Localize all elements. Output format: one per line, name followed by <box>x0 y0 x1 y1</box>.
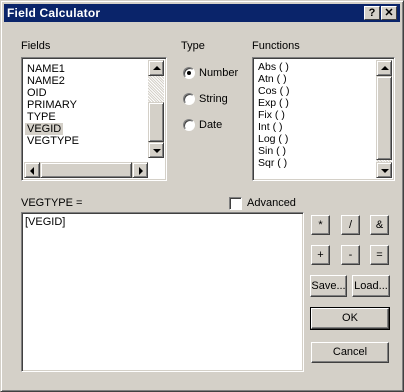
plus-button[interactable]: + <box>311 245 330 265</box>
list-item[interactable]: Log ( ) <box>256 133 290 145</box>
list-item[interactable]: Fix ( ) <box>256 109 287 121</box>
radio-date[interactable] <box>183 119 195 131</box>
arrow-down-icon <box>381 169 389 173</box>
scroll-right-button[interactable] <box>132 162 148 178</box>
advanced-label[interactable]: Advanced <box>247 197 296 209</box>
arrow-left-icon <box>30 167 34 175</box>
list-item[interactable]: Int ( ) <box>256 121 285 133</box>
radio-number[interactable] <box>183 67 195 79</box>
list-item[interactable]: PRIMARY <box>25 99 79 111</box>
fields-list[interactable]: NAME1 NAME2 OID PRIMARY TYPE VEGID VEGTY… <box>21 57 167 181</box>
title-bar[interactable]: Field Calculator ? ✕ <box>4 4 400 22</box>
list-item[interactable]: Sqr ( ) <box>256 157 289 169</box>
scroll-left-button[interactable] <box>24 162 40 178</box>
radio-string-label[interactable]: String <box>199 93 228 105</box>
equals-button[interactable]: = <box>370 245 389 265</box>
window-title: Field Calculator <box>7 6 101 20</box>
arrow-right-icon <box>139 167 143 175</box>
expression-textbox[interactable]: [VEGID] <box>21 212 304 372</box>
list-item[interactable]: OID <box>25 87 49 99</box>
advanced-checkbox[interactable] <box>229 197 242 210</box>
help-button[interactable]: ? <box>364 6 380 20</box>
save-button[interactable]: Save... <box>310 275 347 297</box>
expression-label: VEGTYPE = <box>21 197 83 209</box>
load-button[interactable]: Load... <box>352 275 390 297</box>
list-item[interactable]: NAME1 <box>25 63 67 75</box>
scroll-down-button[interactable] <box>376 162 392 178</box>
fields-vertical-scrollbar[interactable] <box>148 60 164 158</box>
divide-button[interactable]: / <box>341 215 360 235</box>
scroll-thumb[interactable] <box>376 76 392 160</box>
radio-number-label[interactable]: Number <box>199 67 238 79</box>
functions-vertical-scrollbar[interactable] <box>376 60 392 178</box>
field-calculator-window: Field Calculator ? ✕ Fields NAME1 NAME2 … <box>0 0 404 392</box>
scroll-thumb[interactable] <box>40 162 132 178</box>
radio-string[interactable] <box>183 93 195 105</box>
list-item[interactable]: Atn ( ) <box>256 73 289 85</box>
concatenate-button[interactable]: & <box>370 215 389 235</box>
arrow-up-icon <box>153 66 161 70</box>
expression-text: [VEGID] <box>25 216 66 228</box>
multiply-button[interactable]: * <box>311 215 330 235</box>
list-item-selected[interactable]: VEGID <box>25 123 64 135</box>
fields-horizontal-scrollbar[interactable] <box>24 162 148 178</box>
list-item[interactable]: NAME2 <box>25 75 67 87</box>
scroll-up-button[interactable] <box>376 60 392 76</box>
scroll-up-button[interactable] <box>148 60 164 76</box>
list-item[interactable]: Abs ( ) <box>256 61 291 73</box>
cancel-button[interactable]: Cancel <box>311 342 389 363</box>
functions-list[interactable]: Abs ( ) Atn ( ) Cos ( ) Exp ( ) Fix ( ) … <box>252 57 395 181</box>
ok-button[interactable]: OK <box>310 307 390 330</box>
arrow-down-icon <box>153 149 161 153</box>
list-item[interactable]: TYPE <box>25 111 58 123</box>
arrow-up-icon <box>381 66 389 70</box>
list-item[interactable]: Cos ( ) <box>256 85 292 97</box>
fields-label: Fields <box>21 40 51 52</box>
scroll-down-button[interactable] <box>148 142 164 158</box>
radio-date-label[interactable]: Date <box>199 119 222 131</box>
radio-dot <box>187 71 191 75</box>
list-item[interactable]: Sin ( ) <box>256 145 288 157</box>
scroll-thumb[interactable] <box>148 102 164 142</box>
type-label: Type <box>181 40 205 52</box>
list-item[interactable]: Exp ( ) <box>256 97 291 109</box>
close-button[interactable]: ✕ <box>381 6 397 20</box>
minus-button[interactable]: - <box>341 245 360 265</box>
list-item[interactable]: VEGTYPE <box>25 135 81 147</box>
functions-label: Functions <box>252 40 300 52</box>
